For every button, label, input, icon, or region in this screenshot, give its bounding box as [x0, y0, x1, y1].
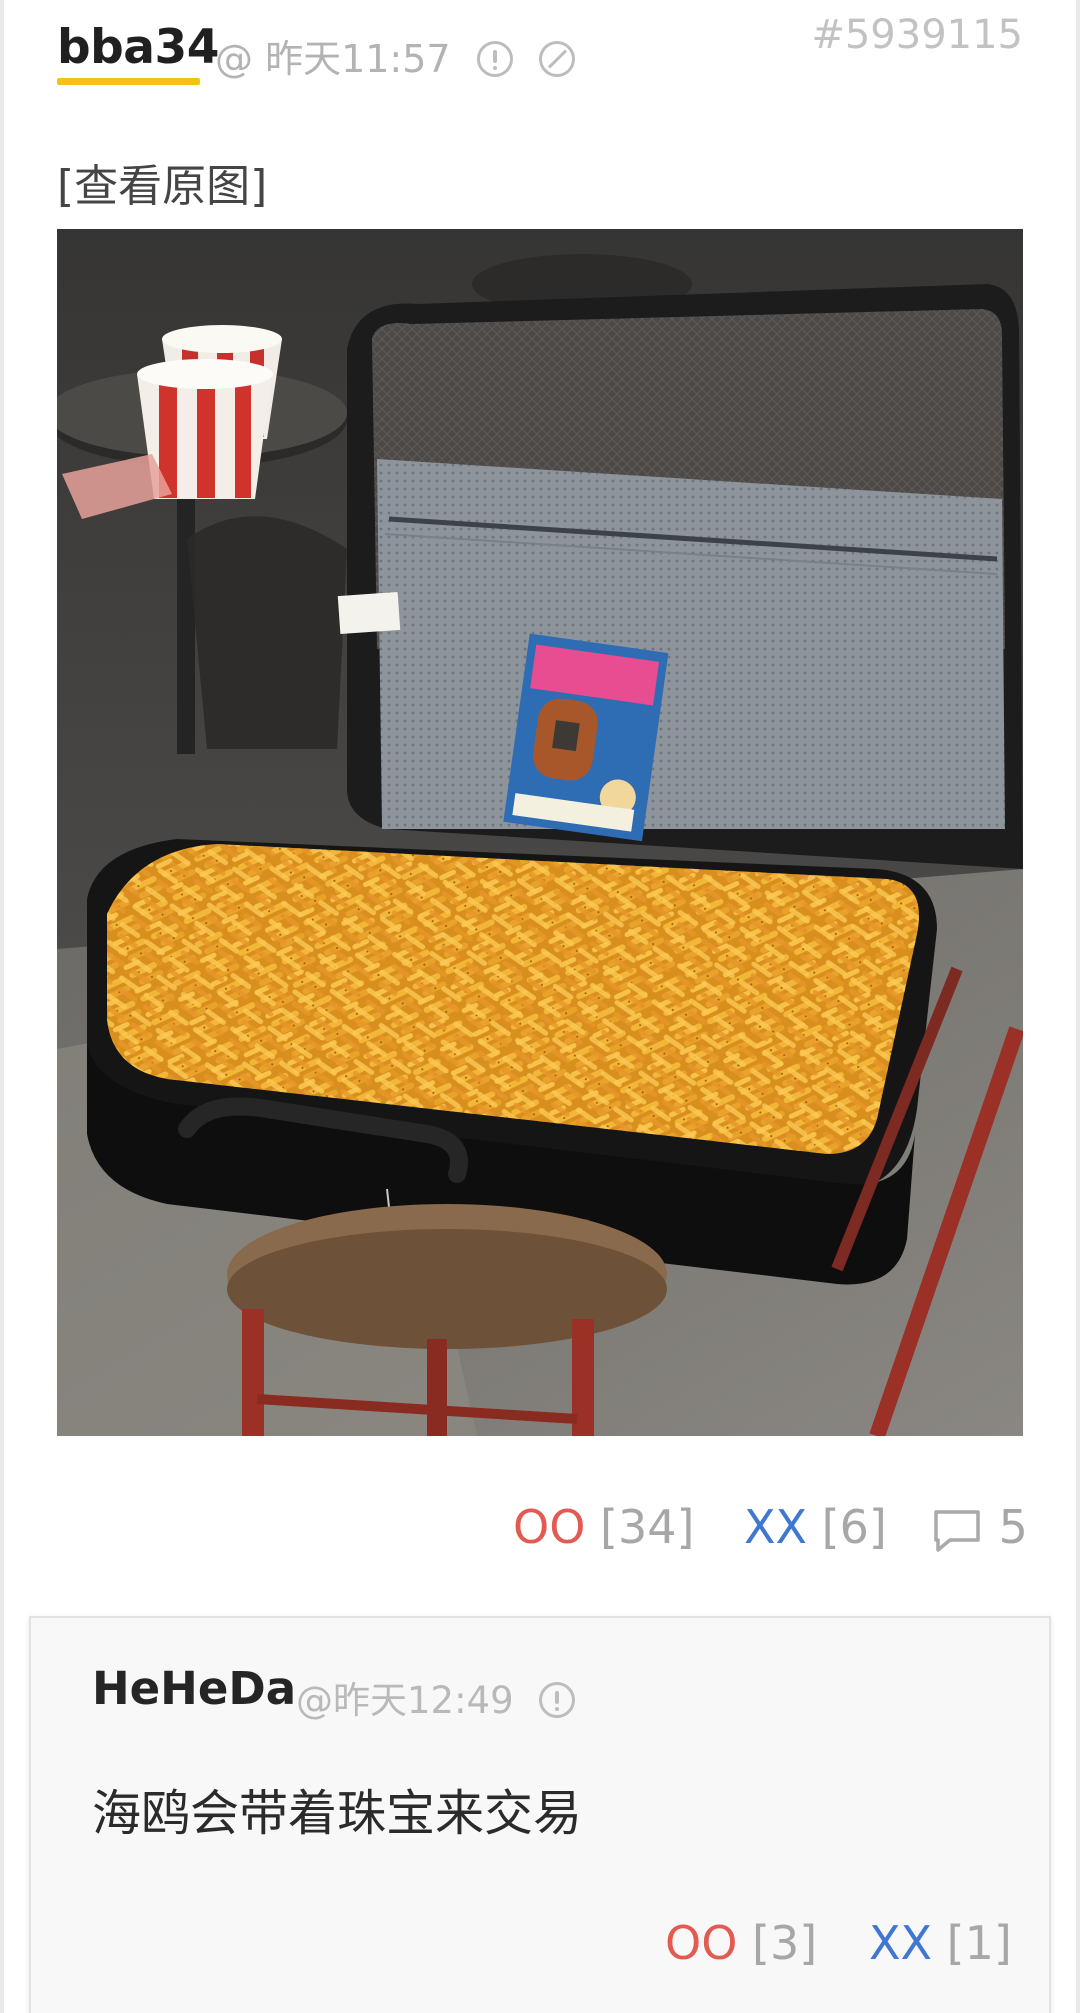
comment-time: @昨天12:49	[296, 1679, 514, 1722]
block-icon[interactable]	[538, 40, 575, 77]
post-header: bba34 @ 昨天11:57 #5939115	[57, 12, 1023, 85]
post-meta: @ 昨天11:57	[215, 28, 575, 83]
comment-text: 海鸥会带着珠宝来交易	[92, 1785, 583, 1842]
comment-author-name[interactable]: HeHeDa	[92, 1662, 296, 1715]
post-author-name[interactable]: bba34	[57, 20, 219, 75]
comment-card: HeHeDa @昨天12:49 海鸥会带着珠宝来交易 OO [3] XX [1]	[29, 1616, 1051, 2013]
oo-count: [34]	[600, 1500, 695, 1554]
post-xx-vote[interactable]: XX [6]	[744, 1500, 887, 1560]
left-edge-divider	[0, 0, 4, 2013]
page: bba34 @ 昨天11:57 #5939115 [查看原图] OO [34] …	[0, 0, 1080, 2013]
speech-bubble-icon[interactable]	[932, 1508, 984, 1554]
oo-label[interactable]: OO	[513, 1500, 585, 1554]
post-id[interactable]: #5939115	[811, 12, 1023, 58]
comment-xx-label[interactable]: XX	[869, 1916, 932, 1970]
report-icon[interactable]	[476, 40, 513, 77]
xx-count: [6]	[821, 1500, 887, 1554]
view-original-link[interactable]: [查看原图]	[57, 150, 267, 214]
post-oo-vote[interactable]: OO [34]	[513, 1500, 694, 1560]
post-comments[interactable]: 5	[932, 1500, 1028, 1560]
post-time: @ 昨天11:57	[215, 37, 451, 81]
comment-oo-vote[interactable]: OO [3]	[665, 1916, 817, 1970]
fries-suitcase-illustration	[57, 229, 1023, 1436]
right-edge-divider	[1076, 0, 1080, 2013]
author-underline	[57, 78, 200, 85]
xx-label[interactable]: XX	[744, 1500, 807, 1554]
comment-report-icon[interactable]	[539, 1681, 576, 1718]
comment-xx-vote[interactable]: XX [1]	[869, 1916, 1012, 1970]
comment-oo-label[interactable]: OO	[665, 1916, 737, 1970]
comment-meta: @昨天12:49	[296, 1670, 576, 1724]
comment-count: 5	[998, 1500, 1028, 1554]
comment-xx-count: [1]	[946, 1916, 1012, 1970]
comment-oo-count: [3]	[752, 1916, 818, 1970]
post-image[interactable]	[57, 229, 1023, 1436]
